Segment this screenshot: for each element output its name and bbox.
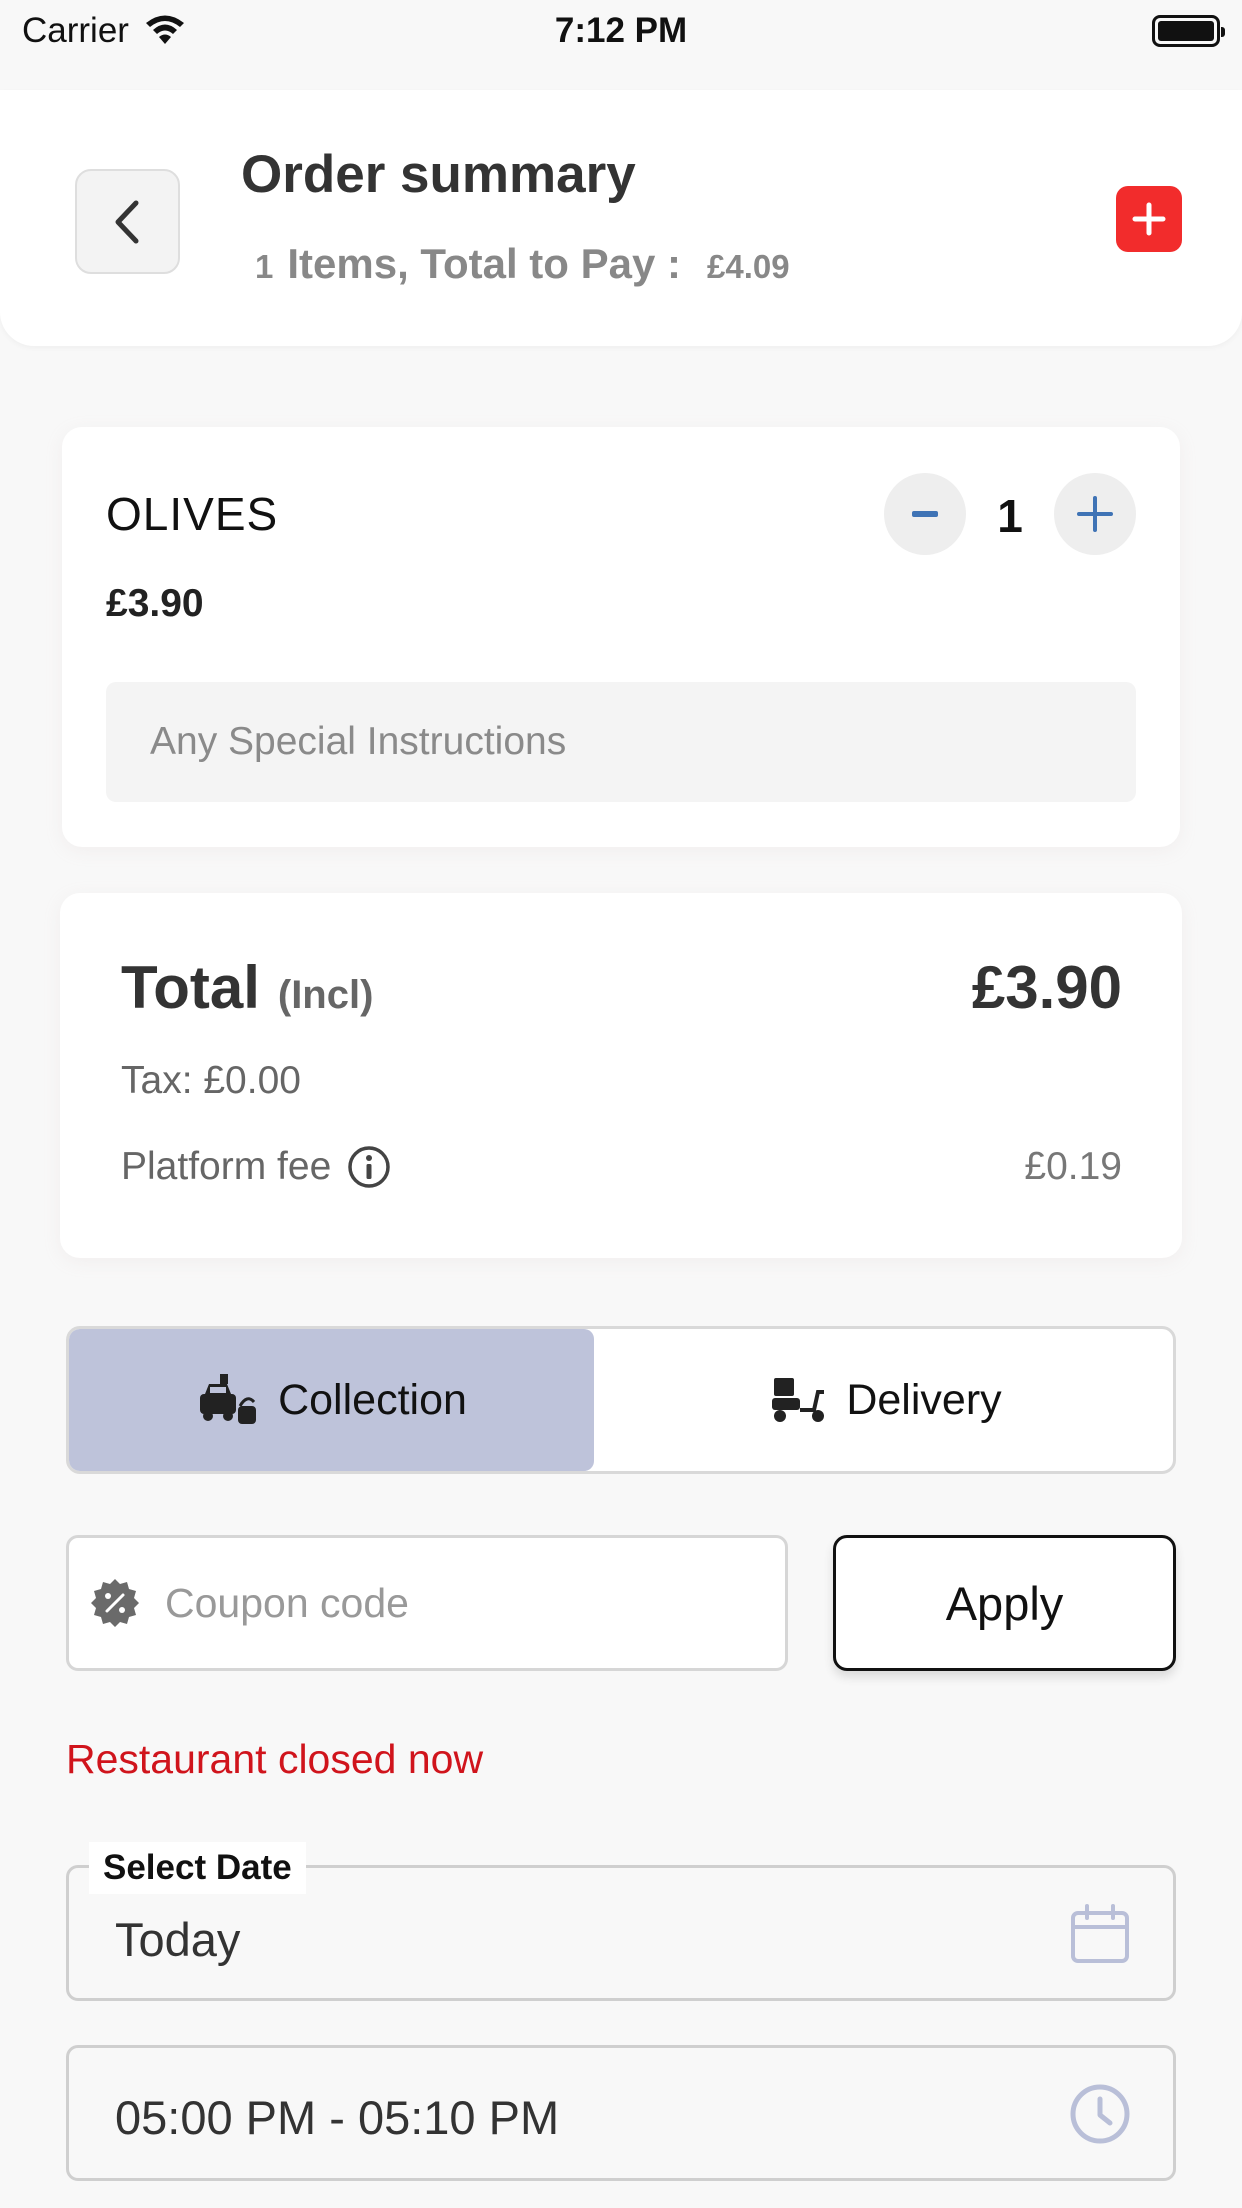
date-field-label: Select Date <box>89 1842 306 1894</box>
plus-icon <box>1077 496 1113 532</box>
quantity-value: 1 <box>997 490 1023 542</box>
date-value: Today <box>115 1913 241 1966</box>
calendar-icon <box>1071 1904 1129 1963</box>
discount-badge-icon <box>91 1579 139 1627</box>
total-label-text: Total <box>121 954 260 1021</box>
special-instructions-input[interactable] <box>106 682 1136 802</box>
page-title: Order summary <box>241 145 636 204</box>
battery-icon <box>1152 15 1225 47</box>
time-slot-select[interactable]: 05:00 PM - 05:10 PM <box>66 2045 1176 2181</box>
collection-icon <box>200 1374 257 1424</box>
restaurant-closed-message: Restaurant closed now <box>66 1736 484 1782</box>
status-bar: Carrier 7:12 PM <box>0 0 1242 62</box>
platform-fee-label: Platform fee <box>121 1145 332 1188</box>
summary-text: Items, Total to Pay : <box>287 240 681 287</box>
total-incl-text: (Incl) <box>277 973 374 1017</box>
item-count: 1 <box>255 248 274 285</box>
order-summary-line: 1 Items, Total to Pay : £4.09 <box>255 240 790 288</box>
carrier-label: Carrier <box>22 11 129 50</box>
header: Order summary 1 Items, Total to Pay : £4… <box>0 90 1242 346</box>
minus-icon <box>912 511 938 517</box>
cart-item-card: OLIVES £3.90 1 <box>62 427 1180 847</box>
time-slot-value: 05:00 PM - 05:10 PM <box>115 2091 560 2144</box>
total-label: Total (Incl) <box>121 953 373 1022</box>
platform-fee-amount: £0.19 <box>1024 1145 1122 1188</box>
total-to-pay: £4.09 <box>707 248 790 285</box>
chevron-left-icon <box>115 200 138 243</box>
delivery-label: Delivery <box>846 1375 1002 1424</box>
date-select[interactable]: Select Date Today <box>66 1842 1176 2001</box>
apply-coupon-button[interactable]: Apply <box>833 1535 1176 1671</box>
add-item-button[interactable] <box>1116 186 1182 252</box>
tax-line: Tax: £0.00 <box>121 1059 301 1102</box>
increase-quantity-button[interactable] <box>1054 473 1136 555</box>
coupon-input[interactable] <box>165 1579 765 1627</box>
totals-card: Total (Incl) £3.90 Tax: £0.00 Platform f… <box>60 893 1182 1258</box>
collection-label: Collection <box>278 1375 467 1424</box>
delivery-scooter-icon <box>772 1378 825 1422</box>
total-amount: £3.90 <box>971 954 1122 1021</box>
order-mode-toggle: Collection Delivery <box>66 1326 1176 1474</box>
wifi-icon <box>145 15 184 44</box>
collection-option[interactable]: Collection <box>69 1329 594 1471</box>
back-button[interactable] <box>75 169 180 274</box>
plus-icon <box>1132 202 1166 236</box>
delivery-option[interactable]: Delivery <box>594 1329 1173 1471</box>
info-icon[interactable] <box>347 1145 391 1189</box>
item-name: OLIVES <box>106 488 279 540</box>
item-price: £3.90 <box>106 582 204 625</box>
coupon-field <box>66 1535 788 1671</box>
platform-fee-row: Platform fee <box>121 1145 391 1189</box>
status-left: Carrier <box>22 11 187 51</box>
clock-icon <box>1070 2084 1130 2144</box>
decrease-quantity-button[interactable] <box>884 473 966 555</box>
